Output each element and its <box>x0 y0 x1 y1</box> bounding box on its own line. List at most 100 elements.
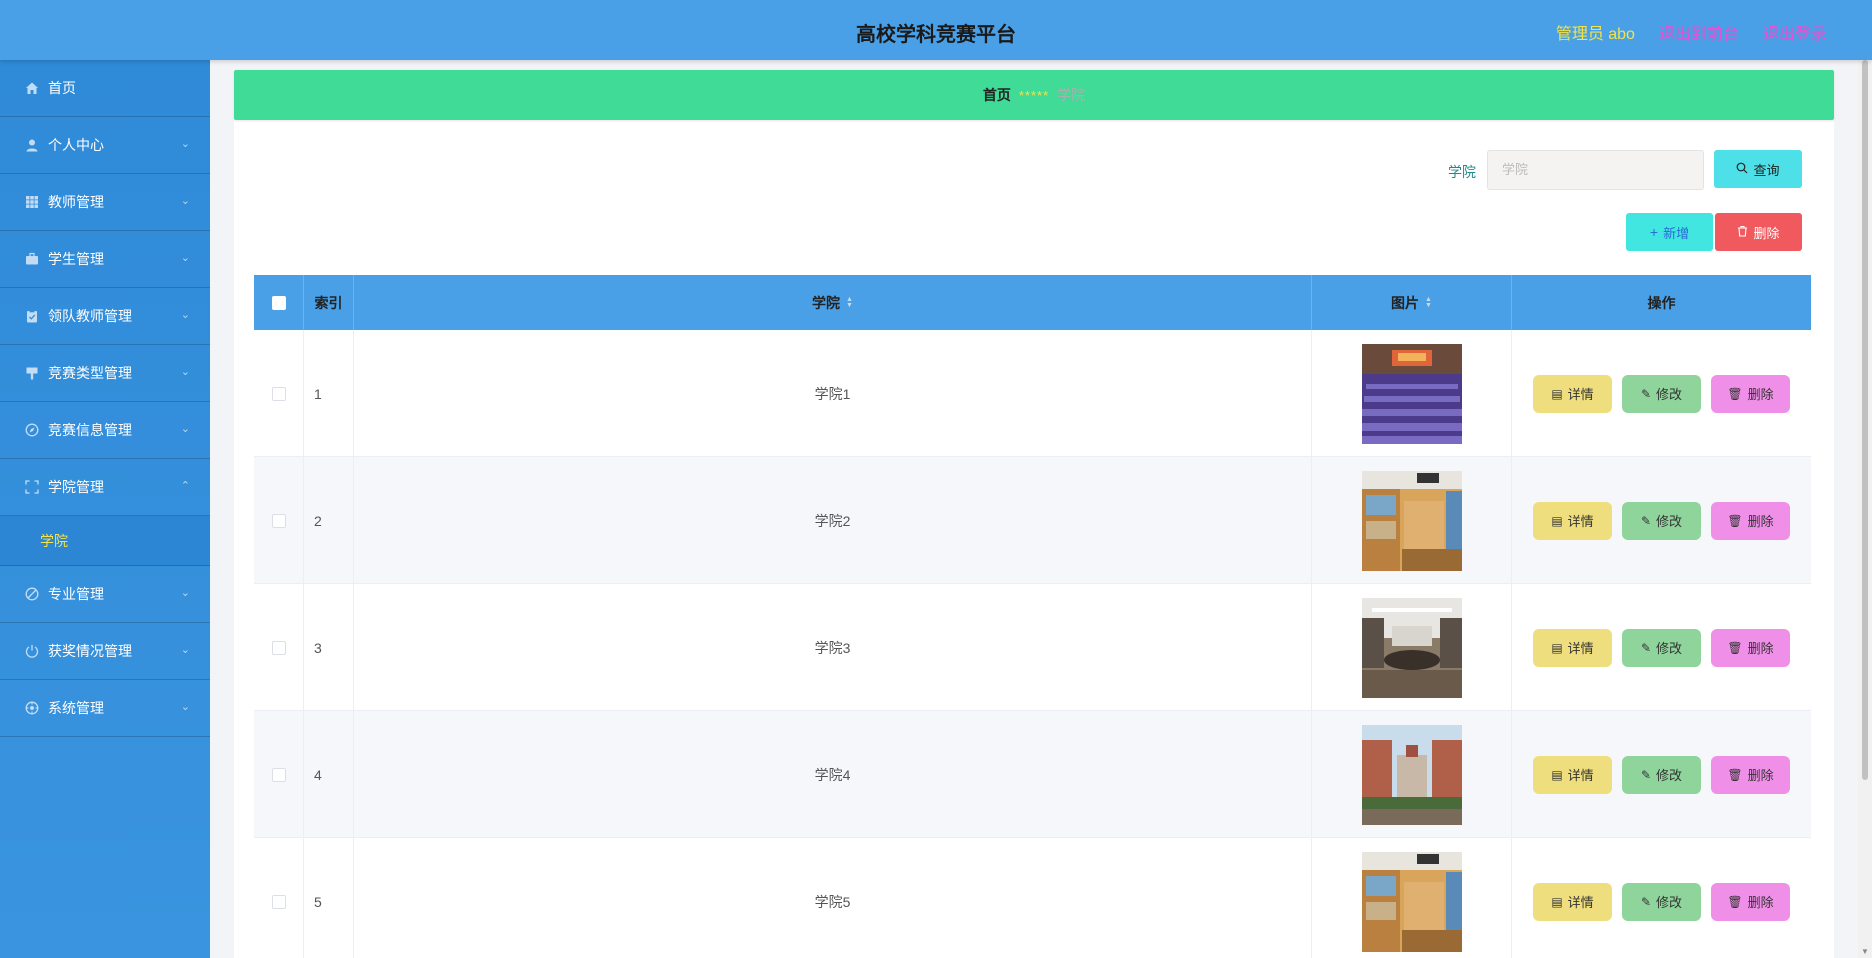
chevron-down-icon: ⌄ <box>180 252 190 264</box>
college-image-auditorium[interactable] <box>1361 343 1462 444</box>
detail-button-label: 详情 <box>1567 768 1594 783</box>
batch-delete-button[interactable]: 删除 <box>1715 213 1802 251</box>
column-header-image[interactable]: 图片 ▲ ▼ <box>1312 275 1512 330</box>
chevron-down-icon: ⌄ <box>180 423 190 435</box>
search-label: 学院 <box>1448 164 1476 180</box>
column-header-actions: 操作 <box>1647 294 1676 311</box>
sidebar-item-competition-info[interactable]: 竞赛信息管理 ⌄ <box>0 402 210 459</box>
detail-button[interactable]: ▤ 详情 <box>1533 501 1612 540</box>
edit-button-label: 修改 <box>1656 514 1683 529</box>
edit-button[interactable]: ✎ 修改 <box>1622 882 1701 921</box>
breadcrumb-home[interactable]: 首页 <box>983 85 1011 105</box>
sidebar-item-label: 领队教师管理 <box>48 308 132 324</box>
college-image-dorm-room[interactable] <box>1361 470 1462 571</box>
query-button[interactable]: 查询 <box>1714 150 1802 188</box>
row-checkbox[interactable] <box>271 513 286 528</box>
sidebar-item-profile[interactable]: 个人中心 ⌄ <box>0 117 210 174</box>
edit-button[interactable]: ✎ 修改 <box>1622 501 1701 540</box>
chevron-down-icon: ⌄ <box>180 701 190 713</box>
breadcrumb-current: 学院 <box>1057 87 1086 103</box>
row-index: 3 <box>304 584 354 711</box>
sidebar-item-colleges[interactable]: 学院管理 ⌃ <box>0 459 210 516</box>
sidebar-item-label: 竞赛信息管理 <box>48 422 132 438</box>
detail-button[interactable]: ▤ 详情 <box>1533 755 1612 794</box>
sidebar-item-awards[interactable]: 获奖情况管理 ⌄ <box>0 623 210 680</box>
edit-button-label: 修改 <box>1656 641 1683 656</box>
row-checkbox[interactable] <box>271 894 286 909</box>
row-checkbox[interactable] <box>271 386 286 401</box>
sidebar-item-label: 学生管理 <box>48 251 104 267</box>
row-index: 1 <box>304 330 354 457</box>
sidebar-item-students[interactable]: 学生管理 ⌄ <box>0 231 210 288</box>
sidebar-item-competition-types[interactable]: 竞赛类型管理 ⌄ <box>0 345 210 402</box>
flag-icon <box>24 365 40 381</box>
delete-button[interactable]: 🗑 删除 <box>1711 882 1790 921</box>
row-checkbox[interactable] <box>271 767 286 782</box>
sidebar-item-label: 竞赛类型管理 <box>48 365 132 381</box>
search-input[interactable]: 学院 <box>1487 150 1704 190</box>
select-all-checkbox[interactable] <box>271 295 286 310</box>
sidebar-item-teachers[interactable]: 教师管理 ⌄ <box>0 174 210 231</box>
row-index: 5 <box>304 838 354 958</box>
edit-button-label: 修改 <box>1656 895 1683 910</box>
sort-icon[interactable]: ▲ ▼ <box>846 296 853 309</box>
detail-button[interactable]: ▤ 详情 <box>1533 628 1612 667</box>
main-content: 首页 ***** 学院 学院 学院 查询 + 新增 删除 索引 学院 ▲ ▼ 图片… <box>234 70 1834 958</box>
page-scrollbar[interactable]: ▼ <box>1858 60 1872 958</box>
sidebar-item-system[interactable]: 系统管理 ⌄ <box>0 680 210 737</box>
chevron-down-icon: ⌄ <box>180 587 190 599</box>
sidebar-item-label: 专业管理 <box>48 586 104 602</box>
delete-button-label: 删除 <box>1747 768 1774 783</box>
edit-button[interactable]: ✎ 修改 <box>1622 374 1701 413</box>
college-image-campus-building[interactable] <box>1361 724 1462 825</box>
search-icon <box>1736 161 1748 177</box>
sort-icon[interactable]: ▲ ▼ <box>1425 296 1432 309</box>
power-icon <box>24 643 40 659</box>
detail-button[interactable]: ▤ 详情 <box>1533 882 1612 921</box>
college-image-dorm-room[interactable] <box>1361 851 1462 952</box>
column-header-label: 学院 <box>812 294 841 311</box>
scrollbar-thumb[interactable] <box>1862 60 1868 780</box>
trash-icon: 🗑 <box>1727 640 1743 655</box>
column-header-college[interactable]: 学院 ▲ ▼ <box>354 275 1312 330</box>
table-row: 3 学院3 ▤ 详情 ✎ 修改 🗑 删除 <box>254 584 1811 711</box>
query-button-label: 查询 <box>1753 162 1780 178</box>
exit-to-front-link[interactable]: 退出到前台 <box>1659 20 1739 44</box>
detail-button-label: 详情 <box>1567 387 1594 402</box>
detail-button[interactable]: ▤ 详情 <box>1533 374 1612 413</box>
row-index: 4 <box>304 711 354 838</box>
detail-button-label: 详情 <box>1567 641 1594 656</box>
logout-link[interactable]: 退出登录 <box>1763 20 1827 44</box>
table-row: 1 学院1 ▤ 详情 ✎ 修改 🗑 删除 <box>254 330 1811 457</box>
sidebar-item-label: 系统管理 <box>48 700 104 716</box>
trash-icon: 🗑 <box>1727 894 1743 909</box>
add-button[interactable]: + 新增 <box>1626 213 1713 251</box>
row-checkbox[interactable] <box>271 640 286 655</box>
sidebar-subitem-college[interactable]: 学院 <box>0 516 210 566</box>
trash-icon: 🗑 <box>1727 513 1743 528</box>
delete-button[interactable]: 🗑 删除 <box>1711 374 1790 413</box>
delete-button[interactable]: 🗑 删除 <box>1711 755 1790 794</box>
user-icon <box>24 137 40 153</box>
delete-button[interactable]: 🗑 删除 <box>1711 501 1790 540</box>
document-icon: ▤ <box>1551 386 1563 401</box>
sidebar-item-majors[interactable]: 专业管理 ⌄ <box>0 566 210 623</box>
edit-button[interactable]: ✎ 修改 <box>1622 755 1701 794</box>
plus-icon: + <box>1649 224 1659 240</box>
edit-button[interactable]: ✎ 修改 <box>1622 628 1701 667</box>
college-image-meeting-room[interactable] <box>1361 597 1462 698</box>
select-all-cell <box>254 275 304 330</box>
sidebar-item-home[interactable]: 首页 <box>0 60 210 117</box>
sidebar-item-label: 获奖情况管理 <box>48 643 132 659</box>
expand-icon <box>24 479 40 495</box>
delete-button-label: 删除 <box>1747 514 1774 529</box>
chevron-up-icon: ⌃ <box>180 480 190 492</box>
scroll-down-arrow-icon[interactable]: ▼ <box>1861 947 1869 956</box>
batch-delete-label: 删除 <box>1753 225 1780 241</box>
sidebar-item-leader-teachers[interactable]: 领队教师管理 ⌄ <box>0 288 210 345</box>
row-index: 2 <box>304 457 354 584</box>
college-table: 索引 学院 ▲ ▼ 图片 ▲ ▼ 操作 1 学院1 ▤ 详情 ✎ 修改 🗑 删除… <box>254 275 1811 958</box>
chevron-down-icon: ⌄ <box>180 366 190 378</box>
delete-button[interactable]: 🗑 删除 <box>1711 628 1790 667</box>
row-college: 学院2 <box>354 457 1312 584</box>
